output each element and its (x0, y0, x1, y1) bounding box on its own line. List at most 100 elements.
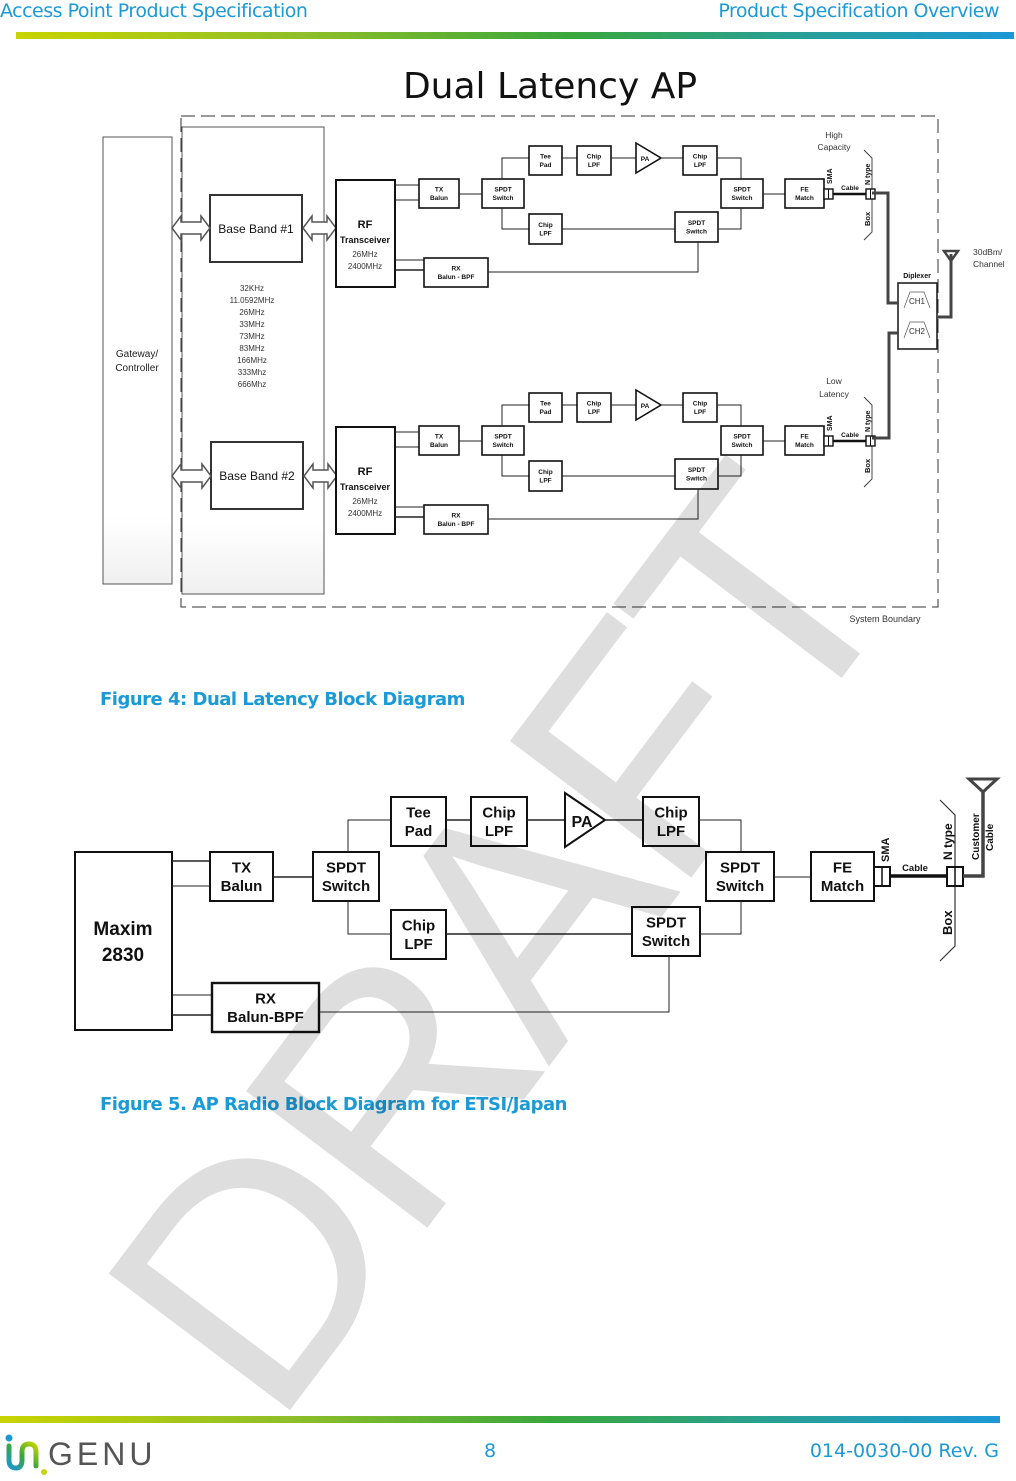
tx-balun-block-label: TX (232, 859, 251, 876)
chip-lpf-block: ChipLPF (390, 909, 447, 960)
n-type-label: N type (865, 164, 872, 186)
chip-lpf-block-label: LPF (539, 477, 551, 484)
spdt-switch-block-label: SPDT (720, 859, 760, 876)
chip-lpf-block: ChipLPF (682, 145, 718, 176)
high-capacity-label-2: Capacity (817, 142, 851, 152)
box-label: Box (863, 458, 872, 473)
spdt-switch-block-label: SPDT (646, 914, 686, 931)
power-label-2: Channel (973, 259, 1005, 269)
fe-match-block-label: Match (795, 442, 814, 449)
chip-lpf-block: Chip LPF (642, 796, 700, 847)
page-number: 8 (484, 1440, 497, 1462)
spdt-switch-block: SPDTSwitch (674, 458, 719, 490)
clock-frequency: 11.0592MHz (230, 296, 275, 305)
clock-frequency: 666Mhz (238, 380, 266, 389)
svg-text:PA: PA (641, 156, 650, 163)
sma-connector-icon (823, 188, 834, 200)
clock-frequency: 166MHz (237, 356, 267, 365)
chip-lpf-block-label: Chip (693, 154, 707, 161)
spdt-switch-block-label: Switch (322, 878, 370, 895)
tx-balun-block-label: Balun (221, 878, 263, 895)
chip-lpf-block-label: LPF (404, 936, 432, 953)
sma-connector-icon (823, 435, 834, 447)
tee-pad-block-label: Pad (405, 823, 433, 840)
clock-frequency: 26MHz (239, 308, 264, 317)
tx-balun-block-label: Balun (430, 195, 448, 202)
ingenu-logo: GENU (4, 1430, 184, 1481)
svg-text:26MHz: 26MHz (352, 250, 377, 259)
logo-text: GENU (48, 1436, 156, 1472)
tee-pad-block-label: Pad (540, 162, 552, 169)
chip-lpf-block: ChipLPF (576, 392, 612, 423)
chip-lpf-block-label: LPF (539, 230, 551, 237)
spdt-switch-block: SPDTSwitch (481, 178, 525, 209)
fe-match-block: FEMatch (784, 425, 825, 456)
fe-match-block-label: Match (821, 878, 864, 895)
svg-text:26MHz: 26MHz (352, 497, 377, 506)
document-number: 014-0030-00 Rev. G (809, 1440, 999, 1462)
svg-text:CH1: CH1 (909, 297, 926, 306)
spdt-switch-block-label: Switch (493, 195, 514, 202)
chip-lpf-block-label: Chip (538, 222, 552, 229)
chip-lpf-block: ChipLPF (682, 392, 718, 423)
clock-frequency: 33MHz (239, 320, 264, 329)
fe-match-block-label: Match (795, 195, 814, 202)
clock-frequency: 73MHz (239, 332, 264, 341)
chip-lpf-block-label: Chip (587, 401, 601, 408)
clock-frequency: 333Mhz (238, 368, 266, 377)
svg-text:RF: RF (358, 219, 373, 231)
spdt-switch-block-label: Switch (493, 442, 514, 449)
rf-transceiver-block: RF Transceiver 26MHz 2400MHz (335, 426, 396, 535)
spdt-switch-block: SPDT Switch (312, 851, 380, 902)
chip-lpf-block-label: LPF (657, 823, 685, 840)
spdt-switch-block: SPDTSwitch (481, 425, 525, 456)
svg-text:PA: PA (641, 403, 650, 410)
chip-lpf-block: ChipLPF (576, 145, 612, 176)
rx-balun-bpf-block-label: Balun - BPF (438, 274, 475, 281)
clock-frequency: 83MHz (239, 344, 264, 353)
svg-text:2400MHz: 2400MHz (348, 262, 382, 271)
spdt-switch-block: SPDT Switch (705, 851, 775, 902)
box-label: Box (940, 910, 955, 935)
tx-balun-block-label: TX (435, 434, 444, 441)
n-type-label: N type (865, 411, 872, 433)
sma-label: SMA (880, 838, 892, 863)
tee-pad-block: TeePad (528, 392, 563, 423)
low-latency-chain: RFTransceiver26MHz2400MHzTXBalunSPDTSwit… (335, 388, 876, 535)
fe-match-block: FEMatch (810, 851, 875, 902)
baseband-1-block: Base Band #1 (209, 194, 303, 263)
power-amplifier-icon: PA (635, 388, 663, 422)
chip-lpf-block-label: LPF (694, 162, 706, 169)
cable-label: Cable (902, 863, 928, 874)
clock-frequency: 32KHz (240, 284, 264, 293)
chip-lpf-block-label: Chip (538, 469, 552, 476)
gateway-controller-block: Gateway/ Controller (102, 136, 173, 585)
spdt-switch-block-label: SPDT (733, 434, 750, 441)
chip-lpf-block-label: Chip (654, 804, 687, 821)
svg-text:Gateway/: Gateway/ (116, 349, 158, 360)
rx-balun-bpf-block-label: RX (255, 990, 276, 1007)
cable-label: Cable (841, 432, 859, 439)
svg-text:PA: PA (571, 814, 592, 831)
high-capacity-chain: RFTransceiver26MHz2400MHzTXBalunSPDTSwit… (335, 141, 876, 288)
svg-text:2830: 2830 (102, 945, 144, 966)
spdt-switch-block-label: Switch (716, 878, 764, 895)
chip-lpf-block: ChipLPF (528, 460, 563, 492)
maxim-2830-block: Maxim 2830 (74, 851, 173, 1031)
tee-pad-block-label: Pad (540, 409, 552, 416)
svg-text:Transceiver: Transceiver (340, 235, 391, 245)
sma-connector-icon (873, 866, 891, 887)
spdt-switch-block-label: SPDT (326, 859, 366, 876)
figure4-diagram: System Boundary Gateway/ Controller 32KH… (102, 115, 1005, 624)
power-label: 30dBm/ (973, 247, 1003, 257)
spdt-switch-block: SPDTSwitch (720, 178, 764, 209)
spdt-switch-block-label: Switch (642, 933, 690, 950)
figure5-diagram: Maxim 2830 TX Balun SPDT Switch Tee Pad Chip LPF P… (74, 777, 1001, 1034)
footer-gradient-rule (0, 1416, 1000, 1423)
tx-balun-block-label: Balun (430, 442, 448, 449)
spdt-switch-block-label: SPDT (688, 220, 705, 227)
spdt-switch-block: SPDTSwitch (674, 211, 719, 243)
rx-balun-bpf-block-label: RX (451, 266, 461, 273)
figure4-caption: Figure 4: Dual Latency Block Diagram (100, 689, 465, 710)
n-type-connector-icon (946, 866, 964, 887)
